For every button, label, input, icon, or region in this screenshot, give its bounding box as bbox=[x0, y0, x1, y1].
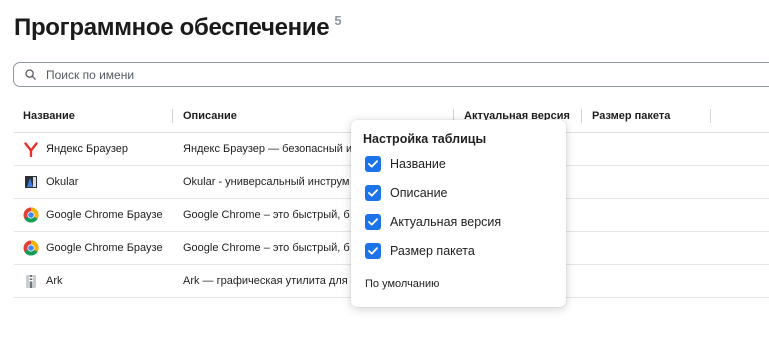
column-settings-popup: Настройка таблицы Название Описание Акту… bbox=[351, 120, 566, 307]
cell-name: Яндекс Браузер bbox=[23, 133, 128, 165]
reset-defaults-button[interactable]: По умолчанию bbox=[365, 278, 439, 290]
checkbox-checked[interactable] bbox=[365, 156, 381, 172]
ark-icon bbox=[23, 273, 39, 289]
column-option-package-size[interactable]: Размер пакета bbox=[365, 243, 475, 259]
search-box[interactable] bbox=[13, 62, 769, 87]
app-description: Ark — графическая утилита для bbox=[183, 275, 348, 287]
checkmark-icon bbox=[368, 218, 378, 226]
column-option-version[interactable]: Актуальная версия bbox=[365, 214, 501, 230]
search-icon bbox=[25, 69, 36, 80]
checkmark-icon bbox=[368, 247, 378, 255]
cell-name: Google Chrome Браузе bbox=[23, 199, 163, 231]
app-name: Google Chrome Браузе bbox=[46, 209, 163, 221]
checkbox-checked[interactable] bbox=[365, 214, 381, 230]
page-title: Программное обеспечение bbox=[14, 14, 330, 41]
page-header: Программное обеспечение 5 bbox=[14, 12, 342, 44]
app-name: Okular bbox=[46, 176, 79, 188]
column-option-name[interactable]: Название bbox=[365, 156, 446, 172]
column-divider[interactable] bbox=[172, 109, 173, 123]
checkbox-checked[interactable] bbox=[365, 243, 381, 259]
column-header-package-size[interactable]: Размер пакета bbox=[592, 110, 670, 122]
option-label: Название bbox=[390, 157, 446, 171]
checkbox-checked[interactable] bbox=[365, 185, 381, 201]
app-description: Google Chrome – это быстрый, б bbox=[183, 209, 350, 221]
column-divider[interactable] bbox=[581, 109, 582, 123]
search-input[interactable] bbox=[44, 66, 648, 83]
okular-icon bbox=[23, 174, 39, 190]
column-header-name[interactable]: Название bbox=[23, 110, 75, 122]
option-label: Актуальная версия bbox=[390, 215, 502, 229]
checkmark-icon bbox=[368, 160, 378, 168]
column-option-description[interactable]: Описание bbox=[365, 185, 448, 201]
column-divider[interactable] bbox=[710, 109, 711, 123]
app-description: Okular - универсальный инструм bbox=[183, 176, 350, 188]
option-label: Размер пакета bbox=[390, 244, 475, 258]
chrome-icon bbox=[23, 207, 39, 223]
cell-name: Google Chrome Браузе bbox=[23, 232, 163, 264]
option-label: Описание bbox=[390, 186, 448, 200]
app-name: Ark bbox=[46, 275, 63, 287]
app-name: Google Chrome Браузе bbox=[46, 242, 163, 254]
column-header-description[interactable]: Описание bbox=[183, 110, 237, 122]
yandex-browser-icon bbox=[23, 141, 39, 157]
checkmark-icon bbox=[368, 189, 378, 197]
app-name: Яндекс Браузер bbox=[46, 143, 129, 155]
item-count-badge: 5 bbox=[334, 13, 342, 28]
cell-name: Ark bbox=[23, 265, 63, 297]
cell-name: Okular bbox=[23, 166, 78, 198]
app-description: Яндекс Браузер — безопасный и bbox=[183, 143, 353, 155]
column-settings-title: Настройка таблицы bbox=[363, 132, 487, 146]
chrome-icon bbox=[23, 240, 39, 256]
app-description: Google Chrome – это быстрый, б bbox=[183, 242, 350, 254]
